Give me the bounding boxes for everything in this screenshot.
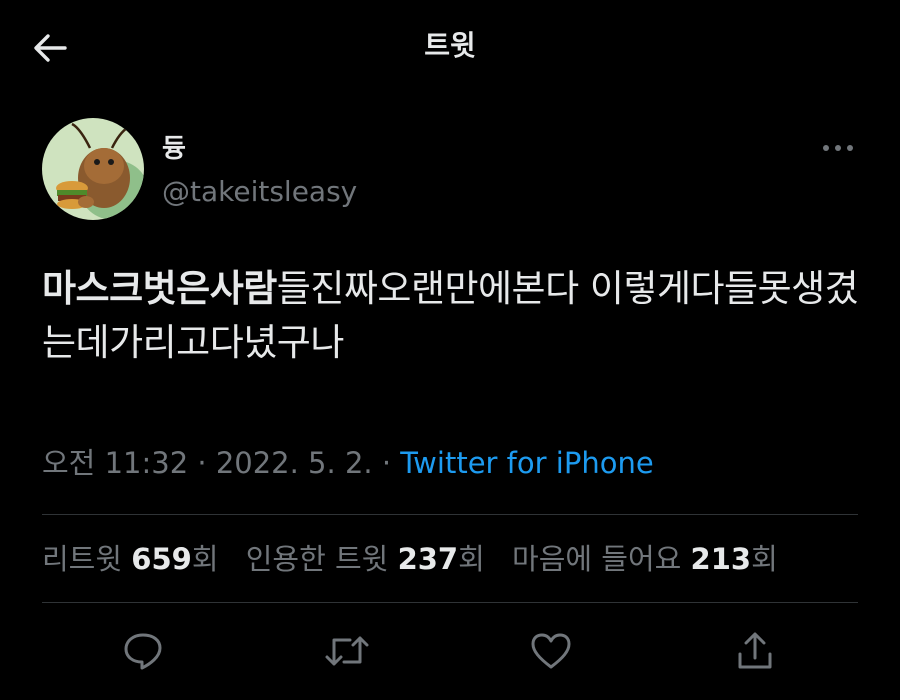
tweet-text-bold: 마스크벗은사람 [42, 267, 277, 310]
top-bar: 트윗 [0, 0, 900, 92]
tweet-metadata: 오전 11:32 · 2022. 5. 2. · Twitter for iPh… [42, 440, 654, 486]
quotes-stat[interactable]: 인용한 트윗 237회 [246, 536, 485, 582]
more-options-button[interactable] [818, 134, 858, 162]
tweet-actions [0, 618, 900, 684]
likes-label: 마음에 들어요 [512, 542, 682, 576]
avatar[interactable] [42, 118, 144, 220]
retweets-label: 리트윗 [42, 542, 123, 576]
more-horizontal-icon [823, 145, 853, 151]
heart-icon [531, 633, 571, 669]
tweet-source-link[interactable]: Twitter for iPhone [400, 446, 653, 480]
meta-separator: · [197, 446, 207, 480]
likes-count: 213 [690, 542, 752, 576]
retweet-icon [325, 636, 369, 666]
reply-icon [124, 633, 162, 670]
page-title: 트윗 [424, 29, 476, 62]
divider [42, 602, 858, 603]
retweets-count: 659 [131, 542, 192, 576]
likes-suffix: 회 [751, 542, 778, 576]
quotes-suffix: 회 [458, 542, 485, 576]
retweets-suffix: 회 [191, 542, 219, 576]
user-handle[interactable]: @takeitsleasy [162, 174, 357, 210]
like-button[interactable] [526, 626, 576, 676]
retweet-button[interactable] [322, 626, 372, 676]
meta-separator: · [381, 446, 392, 480]
quotes-label: 인용한 트윗 [245, 542, 389, 576]
tweet-time: 오전 11:32 [42, 446, 189, 480]
display-name[interactable]: 듕 [162, 132, 186, 166]
share-icon [738, 632, 772, 669]
tweet-date: 2022. 5. 2. [215, 446, 373, 480]
likes-stat[interactable]: 마음에 들어요 213회 [512, 536, 778, 582]
tweet-text: 마스크벗은사람들진짜오랜만에본다 이렇게다들못생겼는데가리고다녔구나 [42, 262, 872, 370]
divider [42, 514, 858, 515]
retweets-stat[interactable]: 리트윗 659회 [42, 536, 219, 582]
quotes-count: 237 [397, 542, 459, 576]
cockroach-avatar-image [42, 118, 144, 220]
reply-button[interactable] [118, 626, 168, 676]
tweet-stats: 리트윗 659회 인용한 트윗 237회 마음에 들어요 213회 [42, 536, 796, 582]
tweet-author: 듕 @takeitsleasy [42, 118, 858, 222]
share-button[interactable] [730, 626, 780, 676]
